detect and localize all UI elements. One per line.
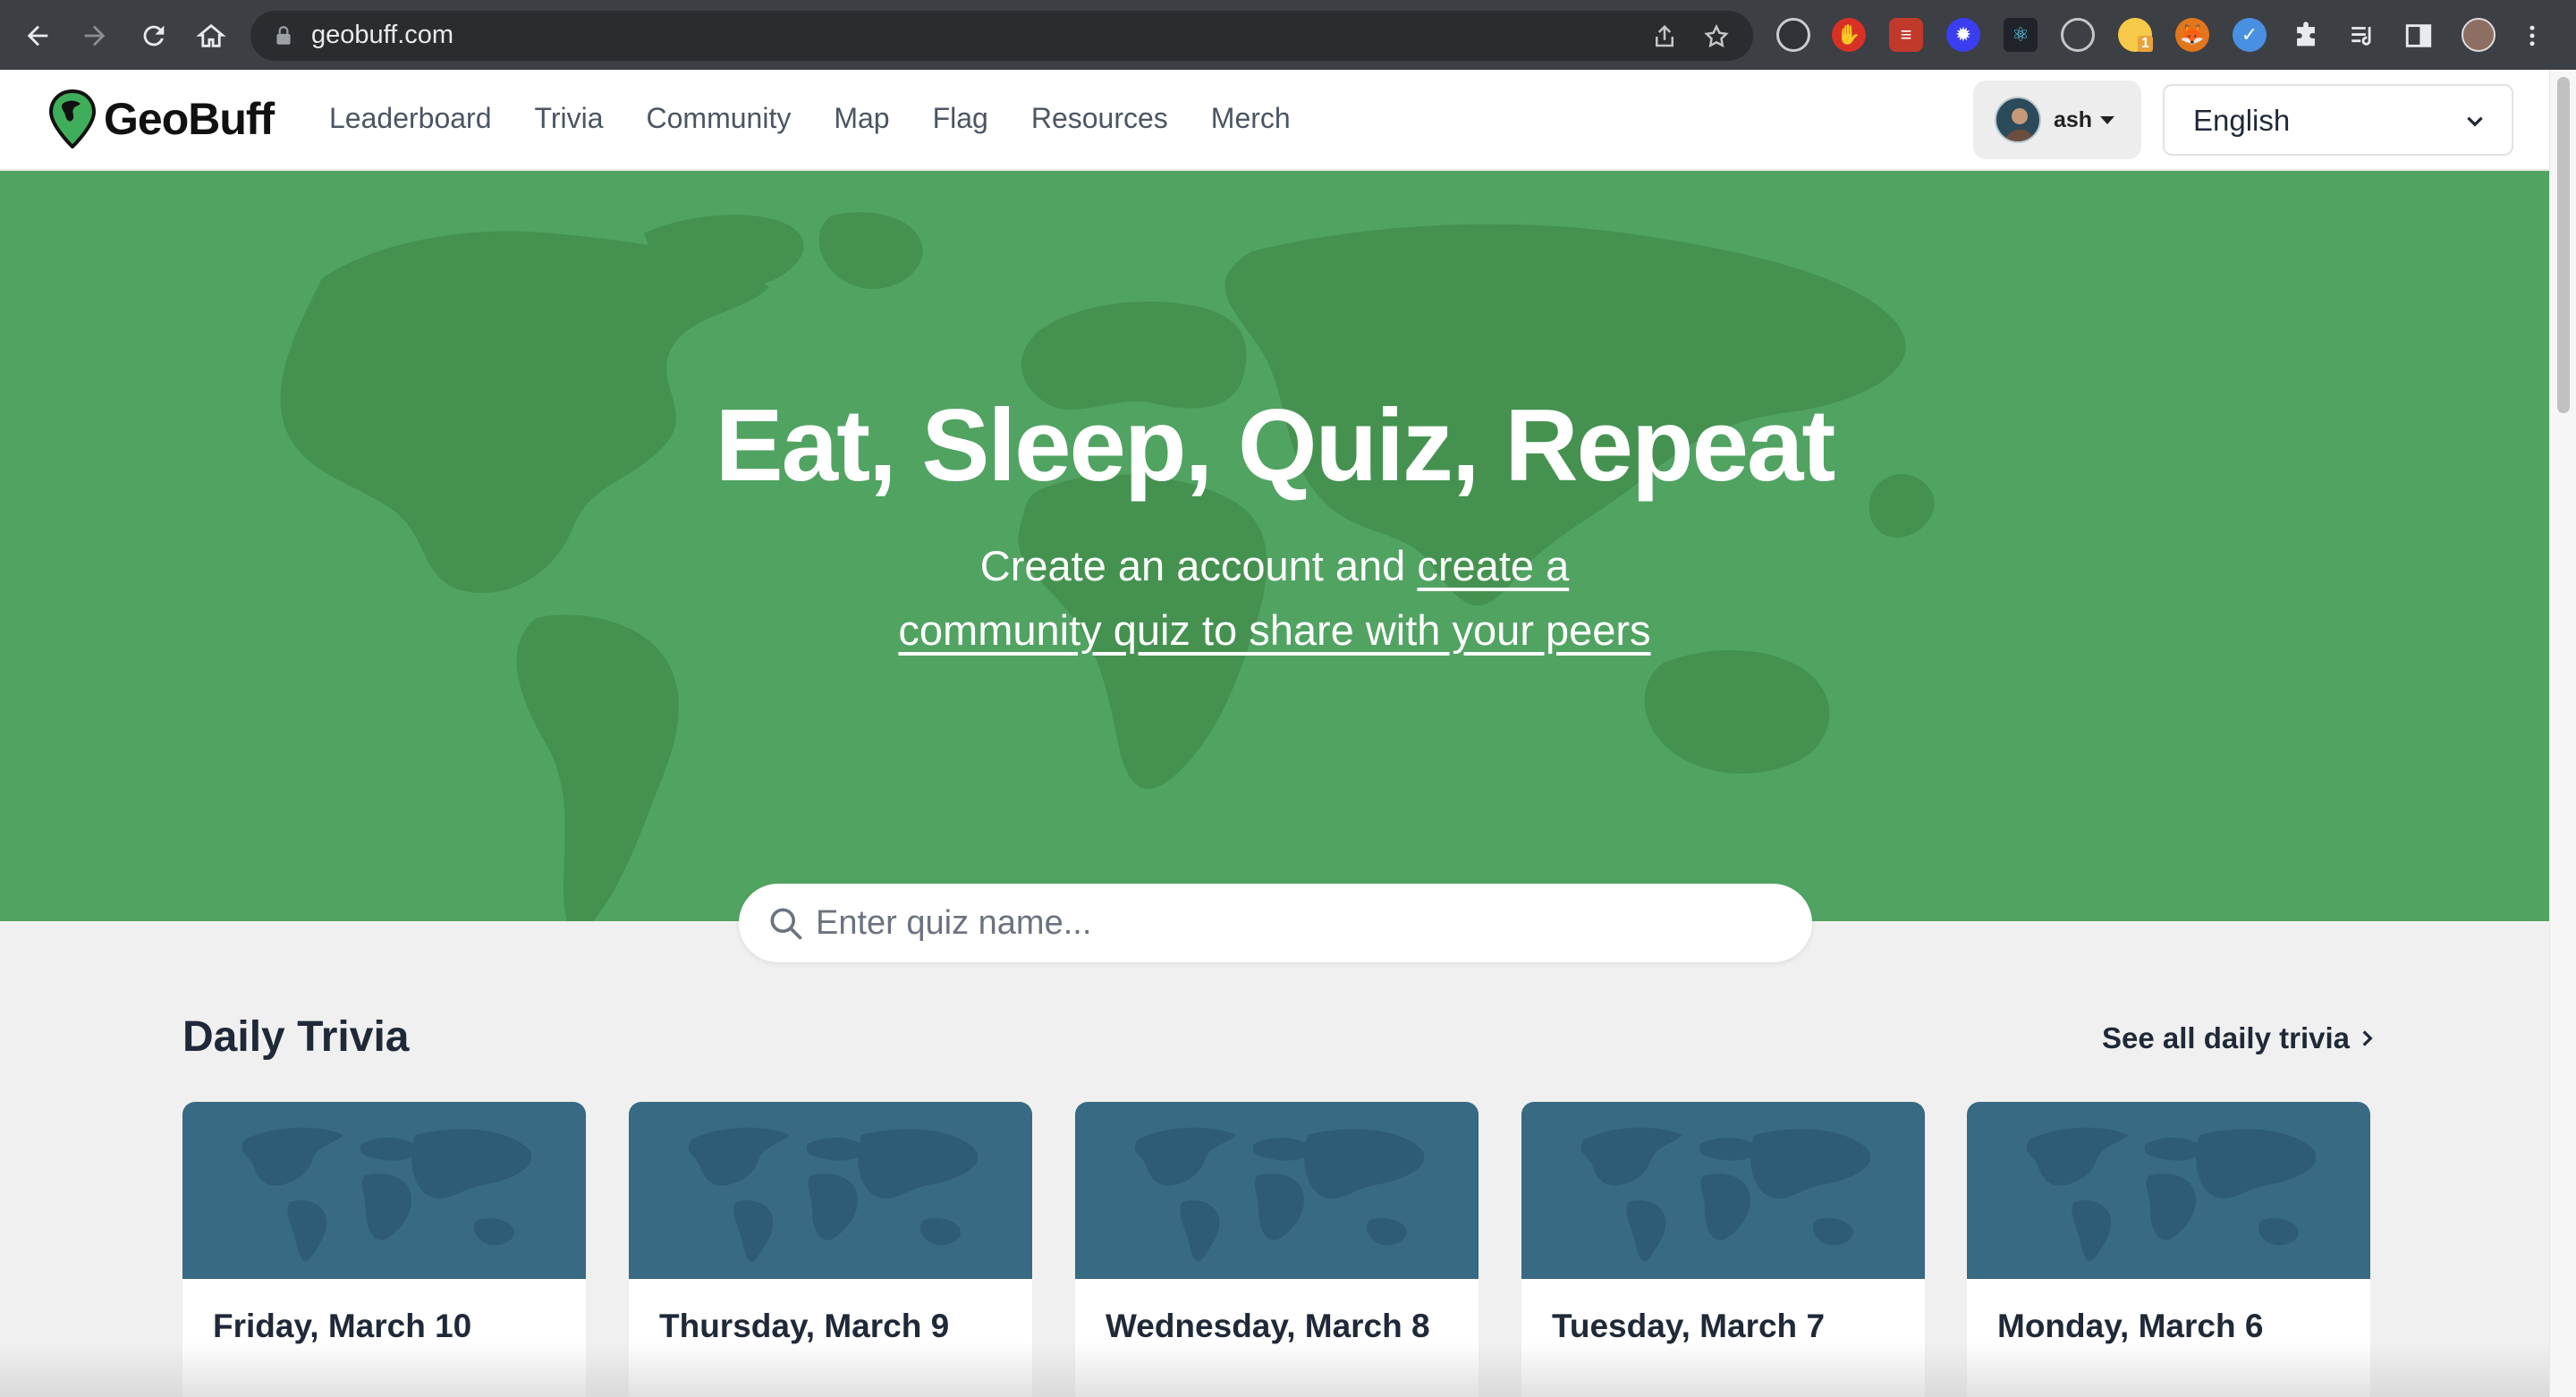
nav-resources[interactable]: Resources xyxy=(1031,102,1168,135)
home-icon[interactable] xyxy=(191,16,231,55)
world-map-thumbnail xyxy=(2026,1127,2316,1262)
trivia-card[interactable]: Thursday, March 9 xyxy=(629,1102,1032,1397)
password-manager-extension-icon[interactable] xyxy=(1776,18,1810,52)
lock-icon[interactable] xyxy=(272,24,295,47)
see-all-daily-trivia-link[interactable]: See all daily trivia xyxy=(2102,1021,2378,1055)
search-input[interactable] xyxy=(816,900,1782,946)
card-map-image xyxy=(1967,1102,2370,1279)
reading-list-icon[interactable] xyxy=(2343,16,2383,55)
more-menu-icon[interactable] xyxy=(2519,16,2546,55)
site-header: GeoBuff Leaderboard Trivia Community Map… xyxy=(0,70,2549,170)
caret-down-icon xyxy=(2100,116,2114,124)
card-title: Wednesday, March 8 xyxy=(1106,1308,1430,1344)
card-map-image xyxy=(1075,1102,1479,1279)
nav-map[interactable]: Map xyxy=(834,102,889,135)
react-devtools-icon[interactable]: ⚛ xyxy=(2004,18,2038,52)
bookmark-star-icon[interactable] xyxy=(1703,23,1730,50)
url-text: geobuff.com xyxy=(311,21,454,49)
world-map-thumbnail xyxy=(688,1127,978,1262)
trivia-card[interactable]: Wednesday, March 8 xyxy=(1075,1102,1479,1397)
nav-trivia[interactable]: Trivia xyxy=(534,102,603,135)
side-panel-icon[interactable] xyxy=(2399,16,2438,55)
target-extension-icon[interactable] xyxy=(2061,18,2095,52)
world-map-thumbnail xyxy=(1134,1127,1424,1262)
block-extension-icon[interactable]: ✋ xyxy=(1832,18,1866,52)
address-bar[interactable]: geobuff.com xyxy=(250,11,1753,61)
language-value: English xyxy=(2193,104,2291,137)
hero-subtitle-text: Create an account and xyxy=(979,542,1418,589)
forward-icon[interactable] xyxy=(75,16,114,55)
extensions-puzzle-icon[interactable] xyxy=(2286,16,2326,55)
trivia-card[interactable]: Monday, March 6 xyxy=(1967,1102,2370,1397)
card-title: Friday, March 10 xyxy=(213,1308,472,1344)
chevron-right-icon xyxy=(2362,1030,2373,1046)
page: geobuff.com ✋ ≡ ✹ ⚛ 1 🦊 ✓ GeoBuff Leader… xyxy=(0,0,2576,1397)
hero-title: Eat, Sleep, Quiz, Repeat xyxy=(715,389,1836,503)
card-map-image xyxy=(1521,1102,1925,1279)
stack-extension-icon[interactable]: ≡ xyxy=(1889,18,1923,52)
see-all-label: See all daily trivia xyxy=(2102,1021,2350,1054)
nav-flag[interactable]: Flag xyxy=(933,102,988,135)
checkmark-extension-icon[interactable]: ✓ xyxy=(2233,18,2267,52)
avatar xyxy=(1995,97,2041,143)
card-title: Thursday, March 9 xyxy=(659,1308,950,1344)
quiz-search-bar xyxy=(739,884,1812,962)
search-icon xyxy=(770,908,802,940)
hero-subtitle: Create an account and create a community… xyxy=(886,534,1664,663)
card-title: Tuesday, March 7 xyxy=(1552,1308,1826,1344)
reload-icon[interactable] xyxy=(134,16,174,55)
card-title: Monday, March 6 xyxy=(1997,1308,2264,1344)
card-map-image xyxy=(629,1102,1032,1279)
color-extension-icon[interactable]: ✹ xyxy=(1946,18,1980,52)
extension-badge: 1 xyxy=(2138,36,2153,52)
nav-merch[interactable]: Merch xyxy=(1211,102,1291,135)
lightbulb-extension-icon[interactable]: 1 xyxy=(2118,18,2153,52)
page-scrollbar[interactable] xyxy=(2549,70,2576,1397)
back-icon[interactable] xyxy=(18,16,57,55)
trivia-card[interactable]: Tuesday, March 7 xyxy=(1521,1102,1925,1397)
geobuff-logo[interactable]: GeoBuff xyxy=(48,89,275,148)
share-icon[interactable] xyxy=(1651,23,1678,50)
language-select[interactable]: English xyxy=(2163,84,2513,156)
scrollbar-thumb[interactable] xyxy=(2557,77,2570,413)
card-map-image xyxy=(182,1102,586,1279)
user-menu-button[interactable]: ash xyxy=(1973,80,2141,159)
logo-pin-icon xyxy=(48,89,97,148)
profile-avatar[interactable] xyxy=(2462,18,2496,52)
metamask-extension-icon[interactable]: 🦊 xyxy=(2175,18,2209,52)
hero-banner: Eat, Sleep, Quiz, Repeat Create an accou… xyxy=(0,171,2549,921)
trivia-card[interactable]: Friday, March 10 xyxy=(182,1102,586,1397)
daily-trivia-title: Daily Trivia xyxy=(182,1013,410,1061)
browser-toolbar: geobuff.com ✋ ≡ ✹ ⚛ 1 🦊 ✓ xyxy=(0,0,2576,70)
nav-leaderboard[interactable]: Leaderboard xyxy=(329,102,491,135)
world-map-thumbnail xyxy=(242,1127,531,1262)
world-map-thumbnail xyxy=(1580,1127,1870,1262)
logo-text: GeoBuff xyxy=(104,94,275,144)
user-name: ash xyxy=(2054,107,2093,132)
nav-community[interactable]: Community xyxy=(647,102,792,135)
main-nav: Leaderboard Trivia Community Map Flag Re… xyxy=(329,102,1334,135)
daily-trivia-cards: Friday, March 10 Thursday, March 9 Wedne… xyxy=(182,1102,2374,1397)
chevron-down-icon xyxy=(2467,116,2483,127)
